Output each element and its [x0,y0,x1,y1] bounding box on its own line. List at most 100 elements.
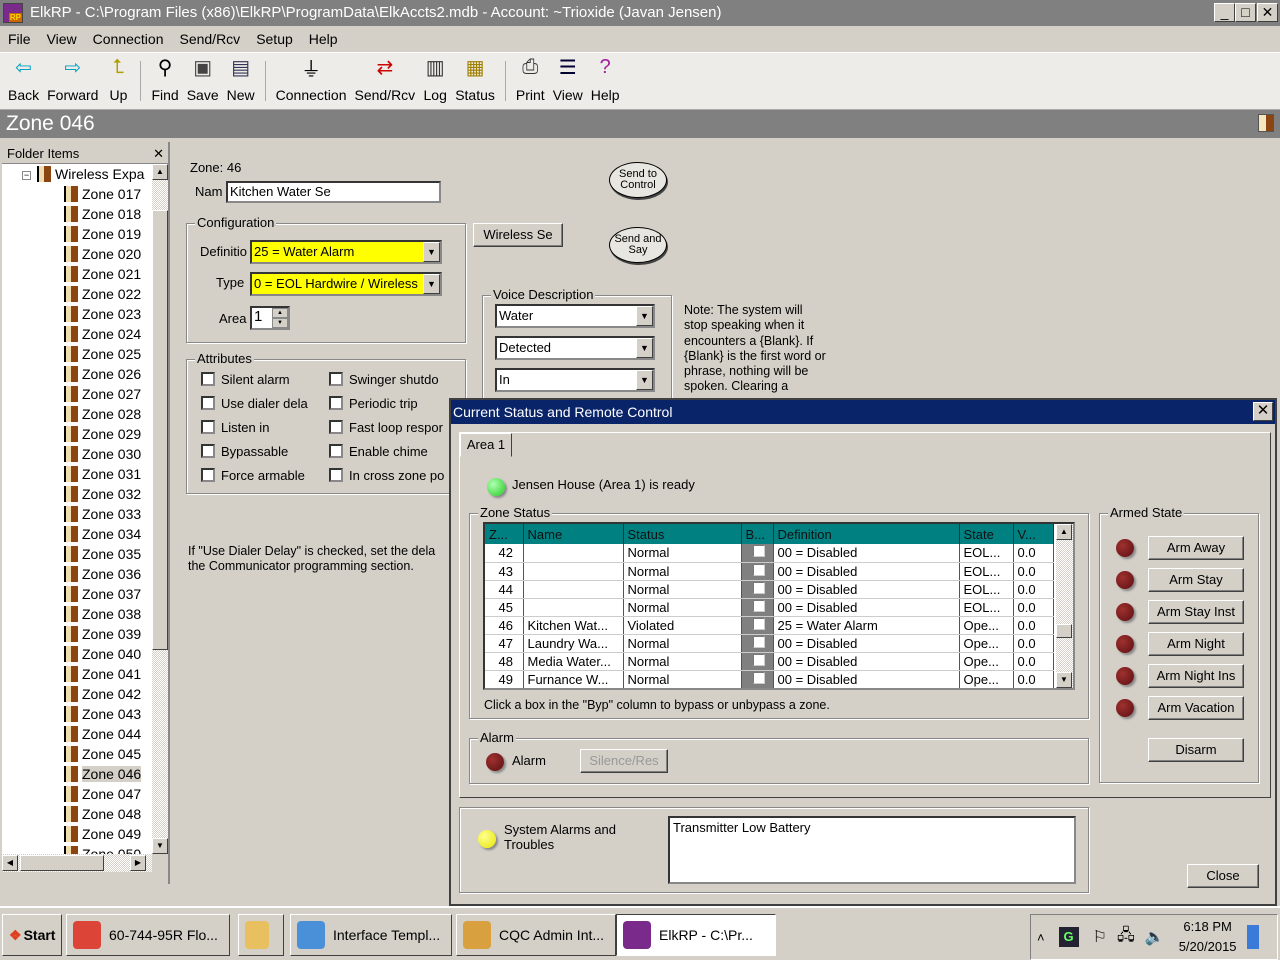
tree-horizontal-scrollbar[interactable]: ◀ ▶ [2,854,152,872]
chevron-down-icon[interactable]: ▼ [423,274,440,294]
column-header[interactable]: Name [523,524,624,544]
bypass-cell[interactable] [741,598,774,617]
flag-icon[interactable]: ⚐ [1093,927,1107,947]
attribute-checkbox[interactable]: Silent alarm [201,372,290,387]
tree-item-zone[interactable]: Zone 045 [64,744,141,764]
menu-view[interactable]: View [39,31,85,47]
checkbox-icon[interactable] [329,468,343,482]
bypass-checkbox[interactable] [753,635,765,648]
table-scrollbar[interactable]: ▲ ▼ [1056,524,1073,688]
arm-stay-inst-button[interactable]: Arm Stay Inst [1148,600,1244,624]
hscroll-thumb[interactable] [20,855,104,871]
collapse-icon[interactable]: − [22,171,31,180]
tree-item-zone[interactable]: Zone 038 [64,604,141,624]
column-header[interactable]: V... [1013,524,1054,544]
tree-item-zone[interactable]: Zone 048 [64,804,141,824]
bypass-checkbox[interactable] [753,617,765,630]
checkbox-icon[interactable] [201,444,215,458]
table-scroll-thumb[interactable] [1056,624,1072,638]
bypass-checkbox[interactable] [753,545,765,558]
scroll-right-icon[interactable]: ▶ [130,855,146,871]
menu-sendrcv[interactable]: Send/Rcv [171,31,248,47]
tree-item-zone[interactable]: Zone 043 [64,704,141,724]
tree-item-zone[interactable]: Zone 037 [64,584,141,604]
sendrcv-button[interactable]: ⇄ Send/Rcv [350,55,419,109]
taskbar-task[interactable]: CQC Admin Int... [456,914,616,956]
arm-vacation-button[interactable]: Arm Vacation [1148,696,1244,720]
clock[interactable]: 6:18 PM 5/20/2015 [1179,917,1237,957]
close-window-button[interactable]: ✕ [1257,3,1278,22]
bypass-cell[interactable] [741,616,774,635]
bypass-checkbox[interactable] [753,563,765,576]
attribute-checkbox[interactable]: Listen in [201,420,269,435]
area-spinner[interactable]: 1 ▲ ▼ [250,306,290,330]
arm-night-ins-button[interactable]: Arm Night Ins [1148,664,1244,688]
tree-item-zone[interactable]: Zone 019 [64,224,141,244]
checkbox-icon[interactable] [201,372,215,386]
tray-expand-icon[interactable]: ˄ [1037,930,1045,945]
wireless-setup-button[interactable]: Wireless Se [473,223,563,247]
type-select[interactable]: 0 = EOL Hardwire / Wireless ▼ [250,272,442,296]
print-button[interactable]: ⎙ Print [512,55,549,109]
tree-item-zone[interactable]: Zone 026 [64,364,141,384]
voice-word-select[interactable]: Detected ▼ [495,336,655,360]
bypass-checkbox[interactable] [753,671,765,684]
close-dialog-button[interactable]: Close [1187,864,1259,888]
definition-select[interactable]: 25 = Water Alarm ▼ [250,240,442,264]
attribute-checkbox[interactable]: Enable chime [329,444,428,459]
bypass-cell[interactable] [741,634,774,653]
back-button[interactable]: ⇦ Back [4,55,43,109]
troubles-list[interactable]: Transmitter Low Battery [668,816,1076,884]
taskbar-task[interactable]: Interface Templ... [290,914,452,956]
arm-away-button[interactable]: Arm Away [1148,536,1244,560]
help-button[interactable]: ? Help [587,55,624,109]
tree-item-zone[interactable]: Zone 028 [64,404,141,424]
voice-word-select[interactable]: In ▼ [495,368,655,392]
tree-item-zone[interactable]: Zone 021 [64,264,141,284]
tree-vertical-scrollbar[interactable]: ▲ ▼ [152,164,168,854]
arm-night-button[interactable]: Arm Night [1148,632,1244,656]
chevron-down-icon[interactable]: ▼ [423,242,440,262]
attribute-checkbox[interactable]: Fast loop respor [329,420,443,435]
tree-item-zone[interactable]: Zone 020 [64,244,141,264]
menu-file[interactable]: File [0,31,39,47]
tree-item-zone[interactable]: Zone 050 [64,844,141,854]
arm-stay-button[interactable]: Arm Stay [1148,568,1244,592]
menu-help[interactable]: Help [301,31,346,47]
checkbox-icon[interactable] [329,420,343,434]
attribute-checkbox[interactable]: In cross zone po [329,468,444,483]
chevron-down-icon[interactable]: ▼ [636,338,653,358]
tree-item-zone[interactable]: Zone 022 [64,284,141,304]
tree-item-zone[interactable]: Zone 040 [64,644,141,664]
attribute-checkbox[interactable]: Force armable [201,468,305,483]
tab-area-1[interactable]: Area 1 [460,433,512,457]
tree-item-zone[interactable]: Zone 035 [64,544,141,564]
disarm-button[interactable]: Disarm [1148,738,1244,762]
checkbox-icon[interactable] [329,444,343,458]
tree-item-zone[interactable]: Zone 032 [64,484,141,504]
tree-item-zone[interactable]: Zone 044 [64,724,141,744]
save-button[interactable]: ▣ Save [183,55,223,109]
network-icon[interactable]: 🖧 [1117,924,1135,951]
bypass-checkbox[interactable] [753,599,765,612]
send-and-say-button[interactable]: Send and Say [609,227,667,263]
column-header[interactable]: Definition [773,524,960,544]
tree-item-zone[interactable]: Zone 031 [64,464,141,484]
tree-parent-wireless[interactable]: − Wireless Expa [22,164,144,184]
tree-item-zone[interactable]: Zone 039 [64,624,141,644]
attribute-checkbox[interactable]: Use dialer dela [201,396,308,411]
voice-word-select[interactable]: Water ▼ [495,304,655,328]
column-header[interactable]: B... [741,524,774,544]
scroll-down-icon[interactable]: ▼ [1056,672,1072,688]
tree-item-zone[interactable]: Zone 046 [64,764,142,784]
app-tray-icon[interactable]: G [1058,927,1079,947]
start-button[interactable]: ❖ Start [2,914,62,956]
connection-button[interactable]: ⏚ Connection [272,55,351,109]
maximize-button[interactable]: □ [1235,3,1256,22]
tree-item-zone[interactable]: Zone 017 [64,184,141,204]
scroll-up-icon[interactable]: ▲ [152,164,168,180]
column-header[interactable]: State [959,524,1014,544]
scroll-left-icon[interactable]: ◀ [2,855,18,871]
column-header[interactable]: Status [623,524,742,544]
tree-item-zone[interactable]: Zone 041 [64,664,141,684]
